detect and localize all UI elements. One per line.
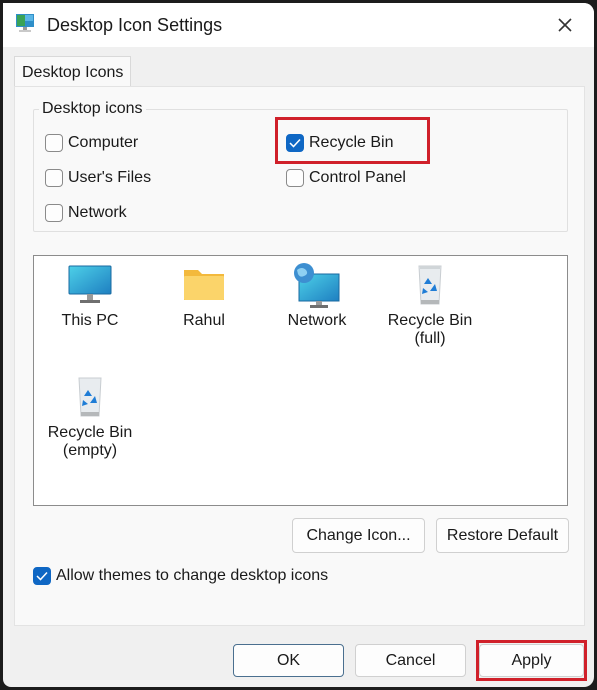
tab-desktop-icons[interactable]: Desktop Icons (14, 56, 131, 87)
checkbox-label: User's Files (68, 169, 152, 186)
recycle-bin-full-icon (418, 265, 442, 305)
icon-label: Recycle Bin (full) (387, 312, 473, 347)
checkbox-box[interactable] (33, 567, 51, 585)
group-label: Desktop icons (39, 100, 146, 118)
checkbox-box[interactable] (45, 204, 63, 222)
ok-button[interactable]: OK (233, 644, 344, 677)
icon-label: Rahul (183, 312, 225, 329)
checkbox-label: Computer (68, 134, 139, 151)
change-icon-button[interactable]: Change Icon... (292, 518, 425, 553)
checkbox-users-files[interactable]: User's Files (45, 169, 151, 187)
checkbox-allow-themes[interactable]: Allow themes to change desktop icons (33, 567, 328, 585)
icon-item-rahul[interactable]: Rahul (154, 262, 254, 330)
icon-item-this-pc[interactable]: This PC (40, 262, 140, 330)
dialog-window: Desktop Icon Settings Desktop Icons Desk… (3, 3, 594, 687)
folder-icon (184, 270, 224, 300)
highlight-box-recycle-bin (275, 117, 430, 164)
checkbox-box[interactable] (45, 169, 63, 187)
recycle-bin-empty-icon (78, 377, 102, 417)
icon-item-recycle-bin-full[interactable]: Recycle Bin (full) (380, 262, 480, 348)
network-icon (294, 263, 340, 308)
checkbox-label: Network (68, 204, 127, 221)
icon-label: This PC (61, 312, 119, 329)
icon-item-recycle-bin-empty[interactable]: Recycle Bin (empty) (40, 374, 140, 460)
restore-default-button[interactable]: Restore Default (436, 518, 569, 553)
icon-label: Recycle Bin (empty) (47, 424, 133, 459)
icon-list: This PC Rahul Network Recycle Bin (full)… (33, 255, 568, 506)
window-title: Desktop Icon Settings (47, 15, 223, 35)
title-bar: Desktop Icon Settings (3, 3, 594, 47)
checkbox-box[interactable] (286, 169, 304, 187)
monitor-icon (68, 265, 112, 303)
checkbox-label: Allow themes to change desktop icons (56, 567, 329, 584)
icon-label: Network (287, 312, 347, 329)
icon-item-network[interactable]: Network (267, 262, 367, 330)
checkbox-network[interactable]: Network (45, 204, 127, 222)
highlight-box-apply (476, 640, 587, 681)
checkbox-label: Control Panel (309, 169, 406, 186)
checkbox-box[interactable] (45, 134, 63, 152)
cancel-button[interactable]: Cancel (355, 644, 466, 677)
desktop-settings-icon (16, 14, 34, 32)
close-icon[interactable] (551, 11, 579, 39)
checkbox-control-panel[interactable]: Control Panel (286, 169, 406, 187)
tab-panel: Desktop icons Computer Recycle Bin User'… (14, 86, 585, 626)
checkbox-computer[interactable]: Computer (45, 134, 138, 152)
